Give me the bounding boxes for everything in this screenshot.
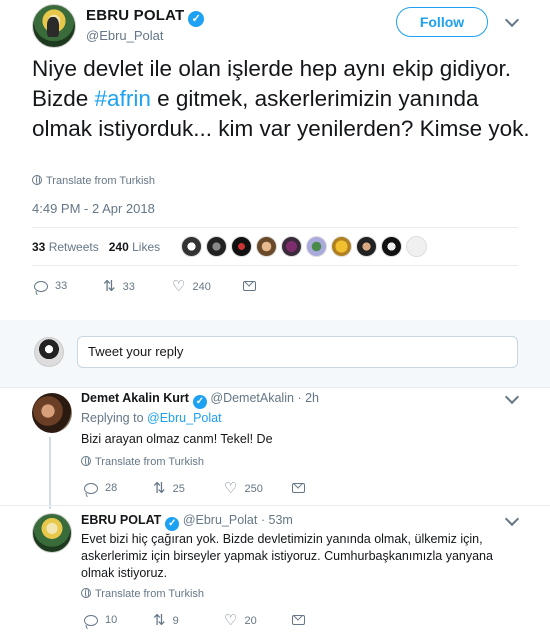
current-user-avatar [34,337,64,367]
reply-author-handle[interactable]: @Ebru_Polat [183,513,258,527]
like-icon: ♡ [224,480,238,497]
likers-avatars [181,236,427,257]
reply-author-name[interactable]: Demet Akalin Kurt [81,391,189,405]
like-count: 20 [244,614,257,627]
chevron-down-icon[interactable] [504,12,520,28]
liker-avatar[interactable] [406,236,427,257]
author-handle[interactable]: @Ebru_Polat [86,28,164,43]
retweet-count: 25 [172,482,185,495]
liker-avatar[interactable] [231,236,252,257]
like-action[interactable]: ♡ 20 [224,613,257,628]
liker-avatar[interactable] [206,236,227,257]
likes-count: 240 [108,240,129,254]
thread-line [49,437,51,509]
replying-to: Replying to @Ebru_Polat [81,411,222,425]
liker-avatar[interactable] [381,236,402,257]
tweet-stats: 33 Retweets 240 Likes [32,240,160,254]
retweet-icon: ⇅ [153,480,166,497]
like-action[interactable]: ♡ 240 [172,279,211,294]
translate-link[interactable]: Translate from Turkish [32,175,155,187]
liker-avatar[interactable] [181,236,202,257]
dm-action[interactable] [292,615,305,625]
reply-author-name[interactable]: EBRU POLAT [81,513,161,527]
divider [0,505,550,506]
retweet-action[interactable]: ⇅ 33 [103,279,135,294]
author-avatar[interactable] [32,4,76,48]
reply-time[interactable]: 2h [305,391,319,405]
retweet-action[interactable]: ⇅ 9 [153,613,179,628]
like-count: 250 [244,482,263,495]
globe-icon [81,588,91,598]
chevron-down-icon[interactable] [504,511,520,527]
liker-avatar[interactable] [306,236,327,257]
translate-label[interactable]: Translate from Turkish [95,588,204,600]
tweet-text: Niye devlet ile olan işlerde hep aynı ek… [32,54,532,144]
divider [32,265,518,266]
translate-label[interactable]: Translate from Turkish [46,175,155,187]
translate-link[interactable]: Translate from Turkish [81,456,204,468]
translate-link[interactable]: Translate from Turkish [81,588,204,600]
translate-label[interactable]: Translate from Turkish [95,456,204,468]
like-count: 240 [192,280,211,293]
liker-avatar[interactable] [356,236,377,257]
like-icon: ♡ [172,278,186,295]
like-action[interactable]: ♡ 250 [224,481,263,496]
likes-stat[interactable]: 240 Likes [109,240,160,254]
reply-icon [84,482,98,494]
retweet-icon: ⇅ [153,612,166,629]
reply-text: Bizi arayan olmaz canm! Tekel! De [81,432,273,446]
retweet-count: 9 [172,614,179,627]
reply-action[interactable]: 28 [84,482,117,494]
reply-count: 10 [105,614,118,626]
verified-badge-icon: ✓ [165,517,180,531]
liker-avatar[interactable] [256,236,277,257]
divider [0,387,550,388]
retweet-action[interactable]: ⇅ 25 [153,481,185,496]
reply-author-avatar[interactable] [32,513,72,553]
dm-action[interactable] [292,483,305,493]
author-name-row[interactable]: EBRU POLAT ✓ [86,7,205,27]
reply-input[interactable]: Tweet your reply [77,336,518,368]
separator: · [297,391,302,405]
hashtag-link[interactable]: #afrin [95,86,151,111]
reply-action[interactable]: 33 [34,280,67,292]
retweet-count: 33 [122,280,135,293]
reply-icon [34,280,48,292]
likes-label: Likes [132,240,161,254]
liker-avatar[interactable] [331,236,352,257]
divider [32,227,518,228]
chevron-down-icon[interactable] [504,389,520,405]
tweet-timestamp[interactable]: 4:49 PM - 2 Apr 2018 [32,201,155,216]
direct-message-icon [243,281,256,291]
liker-avatar[interactable] [281,236,302,257]
direct-message-icon [292,483,305,493]
like-icon: ♡ [224,612,238,629]
reply-icon [84,614,98,626]
direct-message-icon [292,615,305,625]
verified-badge-icon: ✓ [188,11,205,27]
reply-author-avatar[interactable] [32,393,72,433]
globe-icon [81,456,91,466]
reply-action[interactable]: 10 [84,614,117,626]
reply-count: 33 [55,280,68,292]
reply-header: Demet Akalin Kurt ✓ @DemetAkalin · 2h [81,391,319,409]
retweets-label: Retweets [48,240,99,254]
separator: · [260,513,266,527]
retweets-count: 33 [32,240,46,254]
reply-header: EBRU POLAT ✓ @Ebru_Polat · 53m [81,513,293,531]
reply-author-handle[interactable]: @DemetAkalin [210,391,294,405]
verified-badge-icon: ✓ [192,395,207,409]
dm-action[interactable] [243,281,256,291]
replying-to-handle[interactable]: @Ebru_Polat [147,411,222,425]
follow-button[interactable]: Follow [396,7,488,37]
replying-to-label: Replying to [81,411,144,425]
reply-time[interactable]: 53m [269,513,293,527]
retweet-icon: ⇅ [103,278,116,295]
retweets-stat[interactable]: 33 Retweets [32,240,99,254]
author-display-name[interactable]: EBRU POLAT [86,7,184,24]
reply-text: Evet bizi hiç çağıran yok. Bizde devleti… [81,532,493,580]
globe-icon [32,175,42,185]
reply-count: 28 [105,482,118,494]
